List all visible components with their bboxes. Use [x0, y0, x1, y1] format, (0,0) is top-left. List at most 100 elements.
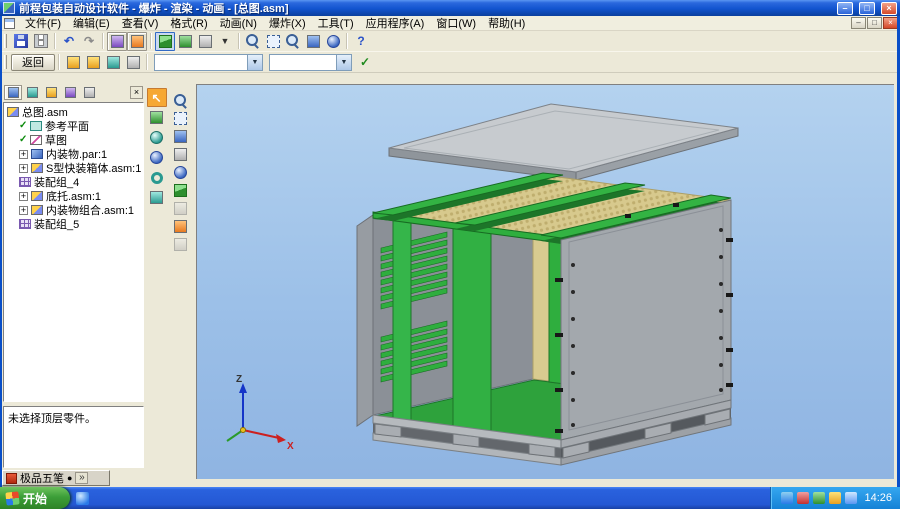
- pan-button[interactable]: [303, 32, 323, 51]
- menu-window[interactable]: 窗口(W): [430, 14, 482, 32]
- menu-tools[interactable]: 工具(T): [312, 14, 360, 32]
- shaded-view-button[interactable]: [155, 32, 175, 51]
- crate-lid[interactable]: [389, 104, 738, 180]
- menu-view[interactable]: 查看(V): [116, 14, 165, 32]
- zoom-area-tool-button[interactable]: [172, 110, 190, 127]
- ime-mode-icon[interactable]: ●: [67, 473, 72, 484]
- zoom-area-button[interactable]: [263, 32, 283, 51]
- save-button[interactable]: [11, 32, 31, 51]
- edgebar-close-button[interactable]: ×: [130, 86, 143, 99]
- redo-button[interactable]: ↷: [79, 32, 99, 51]
- expander-icon[interactable]: +: [19, 164, 28, 173]
- toolbar-grip[interactable]: [4, 34, 7, 48]
- quick-launch-icon[interactable]: [76, 492, 89, 505]
- document-icon[interactable]: [4, 18, 15, 29]
- menu-help[interactable]: 帮助(H): [482, 14, 531, 32]
- shading-tool-button[interactable]: [172, 200, 190, 217]
- camera-button[interactable]: [123, 53, 143, 72]
- explode-tool-button[interactable]: [172, 218, 190, 235]
- print-button[interactable]: [31, 32, 51, 51]
- zoom-tool-button[interactable]: [172, 92, 190, 109]
- context-help-button[interactable]: ?: [351, 32, 371, 51]
- model-3d-view[interactable]: Z X: [197, 85, 895, 480]
- fit-tool-button[interactable]: [172, 128, 190, 145]
- clock[interactable]: 14:26: [864, 492, 892, 504]
- mdi-restore-button[interactable]: □: [867, 17, 882, 29]
- tab-sensors[interactable]: [61, 85, 79, 100]
- view-options-dropdown[interactable]: ▼: [215, 32, 235, 51]
- antivirus-icon[interactable]: [797, 492, 809, 504]
- back-button[interactable]: 返回: [11, 54, 55, 71]
- wireframe-view-button[interactable]: [195, 32, 215, 51]
- menu-applications[interactable]: 应用程序(A): [360, 14, 431, 32]
- expander-icon[interactable]: +: [19, 206, 28, 215]
- maximize-button[interactable]: □: [859, 2, 875, 15]
- texture-tool-button[interactable]: [147, 148, 167, 167]
- ime-logo-icon[interactable]: [6, 473, 17, 484]
- tab-library[interactable]: [23, 85, 41, 100]
- tree-item-ref-planes[interactable]: ✓ 参考平面: [4, 119, 143, 133]
- tab-layers[interactable]: [80, 85, 98, 100]
- expander-icon[interactable]: +: [19, 192, 28, 201]
- render-sphere-button[interactable]: [147, 128, 167, 147]
- volume-icon[interactable]: [829, 492, 841, 504]
- menu-explode[interactable]: 爆炸(X): [263, 14, 312, 32]
- zoom-fit-button[interactable]: [283, 32, 303, 51]
- flashlight-left-button[interactable]: [63, 53, 83, 72]
- animation-combo[interactable]: ▼: [269, 54, 352, 71]
- tree-item-root[interactable]: 总图.asm: [4, 105, 143, 119]
- network-icon[interactable]: [781, 492, 793, 504]
- ime-options-icon[interactable]: »: [75, 472, 88, 484]
- select-tool-button[interactable]: ↖: [147, 88, 167, 107]
- tree-item-group-5[interactable]: 装配组_5: [4, 217, 143, 231]
- select-mode-button[interactable]: [175, 32, 195, 51]
- zoom-in-button[interactable]: [243, 32, 263, 51]
- expander-icon[interactable]: +: [19, 150, 28, 159]
- common-views-button[interactable]: [172, 182, 190, 199]
- messenger-icon[interactable]: [845, 492, 857, 504]
- undo-button[interactable]: ↶: [59, 32, 79, 51]
- tree-item-contents-asm[interactable]: + 内装物组合.asm:1: [4, 203, 143, 217]
- environment-tool-button[interactable]: [147, 188, 167, 207]
- material-tool-button[interactable]: [147, 108, 167, 127]
- accept-button[interactable]: ✓: [355, 53, 375, 72]
- quick-launch: [70, 487, 95, 509]
- minimize-button[interactable]: –: [837, 2, 853, 15]
- security-shield-icon[interactable]: [813, 492, 825, 504]
- toolbar-grip[interactable]: [4, 55, 7, 69]
- menu-file[interactable]: 文件(F): [19, 14, 67, 32]
- spotlight-button[interactable]: [103, 53, 123, 72]
- crate-right-panel[interactable]: [555, 200, 733, 440]
- menu-edit[interactable]: 编辑(E): [67, 14, 116, 32]
- menu-format[interactable]: 格式(R): [164, 14, 213, 32]
- ime-bar[interactable]: 极品五笔 ● »: [2, 470, 110, 486]
- mdi-minimize-button[interactable]: –: [851, 17, 866, 29]
- tab-family[interactable]: [42, 85, 60, 100]
- render-style-button[interactable]: [107, 32, 127, 51]
- reflection-tool-button[interactable]: [147, 168, 167, 187]
- ime-name: 极品五笔: [20, 470, 64, 486]
- rotate-tool-button[interactable]: [172, 164, 190, 181]
- start-button[interactable]: 开始: [0, 487, 70, 509]
- tree-item-sketch[interactable]: ✓ 草图: [4, 133, 143, 147]
- flashlight-right-button[interactable]: [83, 53, 103, 72]
- animation-tool-button[interactable]: [172, 236, 190, 253]
- model-viewport[interactable]: Z X: [196, 84, 894, 479]
- animation-input[interactable]: [270, 56, 336, 69]
- tree-item-pallet-asm[interactable]: + 底托.asm:1: [4, 189, 143, 203]
- render-scene-button[interactable]: [127, 32, 147, 51]
- pan-tool-button[interactable]: [172, 146, 190, 163]
- explode-config-combo[interactable]: ▼: [154, 54, 263, 71]
- explode-config-input[interactable]: [155, 56, 247, 69]
- tree-item-group-4[interactable]: 装配组_4: [4, 175, 143, 189]
- menu-animation[interactable]: 动画(N): [214, 14, 263, 32]
- chevron-down-icon[interactable]: ▼: [336, 55, 351, 70]
- tab-assembly-tree[interactable]: [4, 85, 22, 100]
- pan-icon: [174, 148, 187, 161]
- rotate-view-button[interactable]: [323, 32, 343, 51]
- tree-item-box-asm[interactable]: + S型快装箱体.asm:1: [4, 161, 143, 175]
- mdi-close-button[interactable]: ×: [883, 17, 898, 29]
- chevron-down-icon[interactable]: ▼: [247, 55, 262, 70]
- close-button[interactable]: ×: [881, 2, 897, 15]
- tree-item-contents-part[interactable]: + 内装物.par:1: [4, 147, 143, 161]
